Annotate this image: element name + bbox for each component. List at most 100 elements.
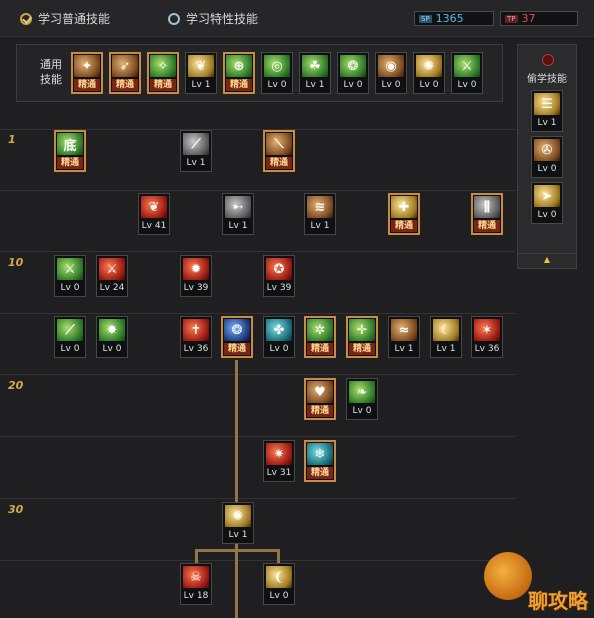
level-label: 10 xyxy=(8,256,24,269)
skill-level: 精通 xyxy=(307,405,333,417)
skill-slot[interactable]: ➸ Lv 1 xyxy=(222,193,254,235)
watermark-logo: 聊攻略 xyxy=(470,548,594,618)
skill-level: 精通 xyxy=(74,79,100,91)
tp-value: 37 xyxy=(521,12,536,25)
skill-slot[interactable]: ✲ 精通 xyxy=(304,316,336,358)
crosshair-icon: ⊕ xyxy=(226,55,252,77)
skill-level: 精通 xyxy=(307,343,333,355)
row-divider xyxy=(0,560,515,561)
mascot-icon xyxy=(484,552,532,600)
skill-slot[interactable]: ♥ 精通 xyxy=(304,378,336,420)
skill-slot[interactable]: ◉ Lv 0 xyxy=(375,52,407,94)
skill-slot[interactable]: ❦ Lv 41 xyxy=(138,193,170,235)
skill-slot[interactable]: ⚔ Lv 0 xyxy=(451,52,483,94)
skill-slot[interactable]: ❄ 精通 xyxy=(304,440,336,482)
sp-icon: SP xyxy=(419,14,432,23)
skill-slot[interactable]: ➤ Lv 0 xyxy=(531,182,563,224)
collapse-arrow-icon[interactable]: ▲ xyxy=(518,253,576,266)
skill-slot[interactable]: ✶ Lv 36 xyxy=(471,316,503,358)
skill-level: 精通 xyxy=(150,79,176,91)
skill-level: Lv 0 xyxy=(102,344,122,354)
skill-slot[interactable]: ⊕ 精通 xyxy=(223,52,255,94)
skill-slot[interactable]: ✧ 精通 xyxy=(147,52,179,94)
skill-slot[interactable]: ✛ 精通 xyxy=(346,316,378,358)
skill-slot[interactable]: ❂ Lv 0 xyxy=(337,52,369,94)
spirit-icon: ☘ xyxy=(302,55,328,77)
skill-slot[interactable]: ✦ 精通 xyxy=(71,52,103,94)
skill-level: 精通 xyxy=(349,343,375,355)
skill-slot[interactable]: ✷ Lv 31 xyxy=(263,440,295,482)
skill-slot[interactable]: ❧ Lv 0 xyxy=(346,378,378,420)
skill-level: Lv 0 xyxy=(60,283,80,293)
skill-slot[interactable]: ≋ Lv 1 xyxy=(304,193,336,235)
vine-icon: ❧ xyxy=(349,381,375,403)
skill-slot[interactable]: ≈ Lv 1 xyxy=(388,316,420,358)
tab-label: 学习特性技能 xyxy=(186,12,259,26)
skill-level: Lv 1 xyxy=(228,530,248,540)
wing-burst-icon: ❦ xyxy=(141,196,167,218)
sp-points: SP 1365 xyxy=(414,11,494,26)
skill-slot[interactable]: ✹ Lv 39 xyxy=(180,255,212,297)
skill-slot[interactable]: ❨ Lv 0 xyxy=(263,563,295,605)
skill-slot[interactable]: ◎ Lv 0 xyxy=(261,52,293,94)
aura-icon: ❂ xyxy=(340,55,366,77)
top-bar: 学习普通技能 学习特性技能 SP 1365 TP 37 xyxy=(0,0,594,37)
flame-icon: ✹ xyxy=(183,258,209,280)
skill-slot[interactable]: ❦ Lv 1 xyxy=(185,52,217,94)
red-sword-icon: ⚔ xyxy=(99,258,125,280)
bottom-icon: 底 xyxy=(57,133,83,155)
skill-level: Lv 41 xyxy=(141,221,167,231)
skill-slot[interactable]: ☾ Lv 1 xyxy=(430,316,462,358)
skill-slot[interactable]: ✺ Lv 1 xyxy=(222,502,254,544)
skill-slot[interactable]: ✚ 精通 xyxy=(388,193,420,235)
skill-slot[interactable]: ✺ Lv 0 xyxy=(413,52,445,94)
tab-trait-skills[interactable]: 学习特性技能 xyxy=(168,10,258,27)
shockwave-icon: ≋ xyxy=(307,196,333,218)
level-label: 30 xyxy=(8,503,24,516)
skill-slot[interactable]: ➶ 精通 xyxy=(109,52,141,94)
skill-level: 精通 xyxy=(57,157,83,169)
skill-level: 精通 xyxy=(474,220,500,232)
skill-level: Lv 39 xyxy=(183,283,209,293)
skill-level: Lv 39 xyxy=(266,283,292,293)
skill-slot[interactable]: ☰ Lv 1 xyxy=(531,90,563,132)
skill-slot[interactable]: ✝ Lv 36 xyxy=(180,316,212,358)
skill-slot[interactable]: ☘ Lv 1 xyxy=(299,52,331,94)
skill-slot[interactable]: ✇ Lv 0 xyxy=(531,136,563,178)
skill-slot[interactable]: ⚔ Lv 24 xyxy=(96,255,128,297)
skill-slot[interactable]: ⚔ Lv 0 xyxy=(54,255,86,297)
skill-slot[interactable]: ✸ Lv 0 xyxy=(96,316,128,358)
heart-shield-icon: ♥ xyxy=(307,381,333,403)
steal-skills-label: 偷学技能 xyxy=(527,74,567,85)
arrow-icon: ➤ xyxy=(534,185,560,207)
skill-slot[interactable]: ✤ Lv 0 xyxy=(263,316,295,358)
wave-icon: ≈ xyxy=(391,319,417,341)
skill-slot[interactable]: ⟍ 精通 xyxy=(263,130,295,172)
level-label: 1 xyxy=(8,133,16,146)
eye-icon: ◉ xyxy=(378,55,404,77)
row-divider xyxy=(0,313,515,314)
skill-slot[interactable]: 底精通 xyxy=(54,130,86,172)
slash-icon: ⟍ xyxy=(266,133,292,155)
row-divider xyxy=(0,251,515,252)
row-divider xyxy=(0,436,515,437)
skill-level: Lv 0 xyxy=(381,80,401,90)
skill-slot[interactable]: ✪ Lv 39 xyxy=(263,255,295,297)
skill-slot[interactable]: ⟋ Lv 1 xyxy=(180,130,212,172)
skill-slot[interactable]: ❂ 精通 xyxy=(221,316,253,358)
skill-slot[interactable]: ☠ Lv 18 xyxy=(180,563,212,605)
skill-connector xyxy=(235,360,238,618)
skill-level: Lv 1 xyxy=(186,158,206,168)
row-divider xyxy=(0,498,515,499)
skill-slot[interactable]: ⫼ 精通 xyxy=(471,193,503,235)
skill-level: 精通 xyxy=(391,220,417,232)
target-icon: ◎ xyxy=(264,55,290,77)
row-divider xyxy=(0,374,515,375)
demon-icon: ☠ xyxy=(183,566,209,588)
burst-icon: ✸ xyxy=(99,319,125,341)
skill-level: Lv 1 xyxy=(228,221,248,231)
tab-normal-skills[interactable]: 学习普通技能 xyxy=(20,10,110,27)
skill-slot[interactable]: ⟋ Lv 0 xyxy=(54,316,86,358)
watermark-text: 聊攻略 xyxy=(528,589,588,613)
spike-icon: ✷ xyxy=(266,443,292,465)
